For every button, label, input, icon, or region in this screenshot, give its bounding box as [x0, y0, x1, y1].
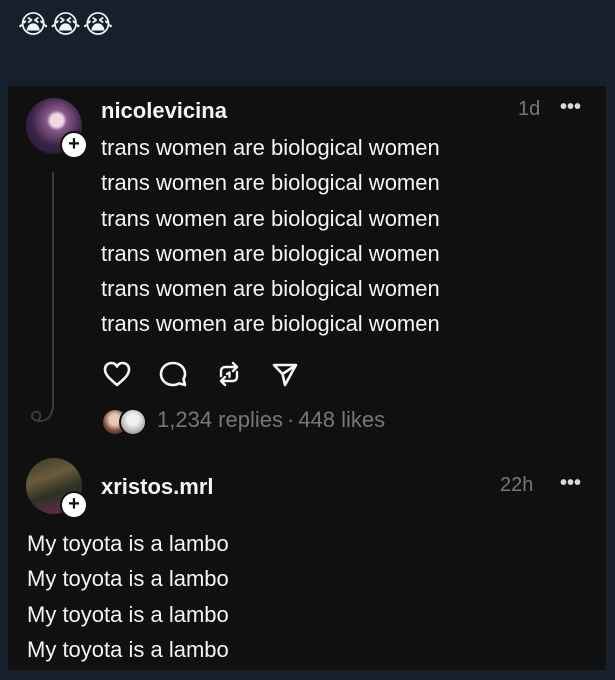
follow-plus-icon[interactable]: +: [60, 491, 88, 519]
post-stats: 1,234 replies · 448 likes: [101, 406, 385, 436]
replier-avatars: [101, 406, 149, 436]
post-line: trans women are biological women: [101, 170, 440, 196]
caption-emoji: 😭😭😭: [18, 10, 116, 40]
stats-text: 1,234 replies · 448 likes: [157, 407, 385, 433]
post-actions: [101, 358, 301, 390]
repost-icon[interactable]: [213, 358, 245, 390]
post-line: trans women are biological women: [101, 135, 440, 160]
thread-curl-icon: [30, 409, 53, 423]
post-line: trans women are biological women: [101, 240, 440, 266]
post-line: trans women are biological women: [101, 205, 440, 231]
share-icon[interactable]: [269, 358, 301, 390]
avatar: [119, 408, 147, 436]
reply-line: My toyota is a lambo: [27, 566, 229, 592]
reply-line: My toyota is a lambo: [27, 531, 229, 556]
post-body: trans women are biological women trans w…: [101, 130, 440, 342]
post-line: trans women are biological women: [101, 311, 440, 337]
reply-body: My toyota is a lambo My toyota is a lamb…: [27, 526, 229, 667]
stats-separator: ·: [286, 407, 295, 432]
more-options-icon[interactable]: •••: [560, 96, 581, 119]
more-options-icon[interactable]: •••: [560, 472, 581, 495]
reply-timestamp: 22h: [500, 474, 534, 496]
thread-connector-line: [52, 172, 54, 410]
follow-plus-icon[interactable]: +: [60, 131, 88, 159]
reply-line: My toyota is a lambo: [27, 636, 229, 662]
replies-count-link[interactable]: 1,234 replies: [157, 407, 283, 432]
reply-line: My toyota is a lambo: [27, 601, 229, 627]
reply-username[interactable]: xristos.mrl: [101, 474, 214, 500]
thread-card: + nicolevicina 1d ••• trans women are bi…: [8, 86, 606, 670]
likes-count-link[interactable]: 448 likes: [298, 407, 385, 432]
heart-icon[interactable]: [101, 358, 133, 390]
post-line: trans women are biological women: [101, 276, 440, 302]
comment-icon[interactable]: [157, 358, 189, 390]
post-timestamp: 1d: [518, 98, 541, 120]
post-username[interactable]: nicolevicina: [101, 98, 227, 124]
